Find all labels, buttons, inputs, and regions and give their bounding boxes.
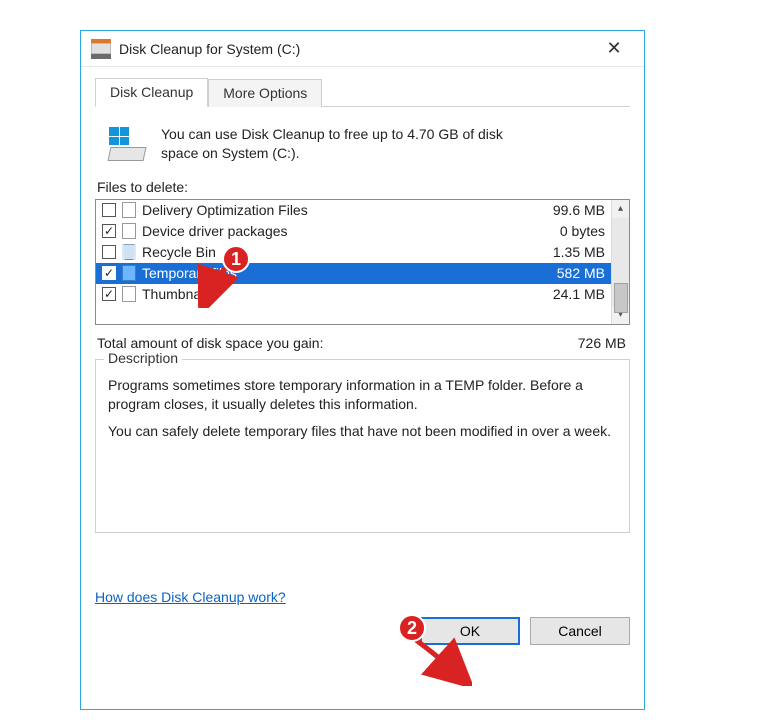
drive-icon (109, 127, 147, 161)
description-p2: You can safely delete temporary files th… (108, 422, 617, 441)
window-title: Disk Cleanup for System (C:) (119, 41, 300, 57)
checkbox[interactable]: ✓ (102, 266, 116, 280)
file-icon (122, 223, 136, 239)
description-p1: Programs sometimes store temporary infor… (108, 376, 617, 414)
tab-more-options[interactable]: More Options (208, 79, 322, 107)
description-legend: Description (104, 350, 182, 366)
files-list-rows: Delivery Optimization Files99.6 MB ✓ Devic… (96, 200, 611, 324)
disk-cleanup-icon (91, 39, 111, 59)
callout-2: 2 (398, 614, 426, 642)
dialog-window: Disk Cleanup for System (C:) ✕ Disk Clea… (80, 30, 645, 710)
dialog-content: Disk Cleanup More Options You can use Di… (81, 67, 644, 659)
cancel-button[interactable]: Cancel (530, 617, 630, 645)
checkbox[interactable]: ✓ (102, 287, 116, 301)
arrow-2-icon (412, 636, 472, 686)
item-name: Recycle Bin (142, 244, 525, 260)
checkbox[interactable]: ✓ (102, 224, 116, 238)
list-item[interactable]: ✓Temporary files582 MB (96, 263, 611, 284)
list-item[interactable]: Recycle Bin1.35 MB (96, 242, 611, 263)
item-name: Delivery Optimization Files (142, 202, 525, 218)
scroll-up-icon[interactable]: ▴ (612, 200, 630, 218)
total-label: Total amount of disk space you gain: (97, 335, 578, 351)
callout-1: 1 (222, 245, 250, 273)
item-name: Device driver packages (142, 223, 525, 239)
list-item[interactable]: ✓Thumbnails24.1 MB (96, 284, 611, 305)
item-size: 99.6 MB (525, 202, 605, 218)
tab-strip: Disk Cleanup More Options (95, 77, 630, 107)
titlebar: Disk Cleanup for System (C:) ✕ (81, 31, 644, 67)
intro-row: You can use Disk Cleanup to free up to 4… (95, 115, 630, 177)
item-size: 0 bytes (525, 223, 605, 239)
files-listbox: Delivery Optimization Files99.6 MB ✓ Devic… (95, 199, 630, 325)
item-size: 1.35 MB (525, 244, 605, 260)
list-item[interactable]: Delivery Optimization Files99.6 MB (96, 200, 611, 221)
dialog-buttons: OK Cancel (95, 617, 630, 645)
item-size: 582 MB (525, 265, 605, 281)
checkbox[interactable] (102, 203, 116, 217)
help-link-row: How does Disk Cleanup work? (95, 589, 630, 605)
item-size: 24.1 MB (525, 286, 605, 302)
close-button[interactable]: ✕ (594, 38, 634, 59)
file-icon (122, 244, 136, 260)
files-to-delete-label: Files to delete: (97, 179, 630, 195)
description-group: Description Programs sometimes store tem… (95, 359, 630, 533)
scrollbar[interactable]: ▴ ▾ (611, 200, 629, 324)
list-item[interactable]: ✓ Device driver packages0 bytes (96, 221, 611, 242)
file-icon (122, 202, 136, 218)
scroll-thumb[interactable] (614, 283, 628, 313)
total-value: 726 MB (578, 335, 626, 351)
file-icon (122, 286, 136, 302)
how-does-cleanup-work-link[interactable]: How does Disk Cleanup work? (95, 589, 286, 605)
intro-text: You can use Disk Cleanup to free up to 4… (161, 125, 541, 163)
checkbox[interactable] (102, 245, 116, 259)
scroll-track[interactable] (612, 218, 629, 306)
tab-disk-cleanup[interactable]: Disk Cleanup (95, 78, 208, 107)
file-icon (122, 265, 136, 281)
